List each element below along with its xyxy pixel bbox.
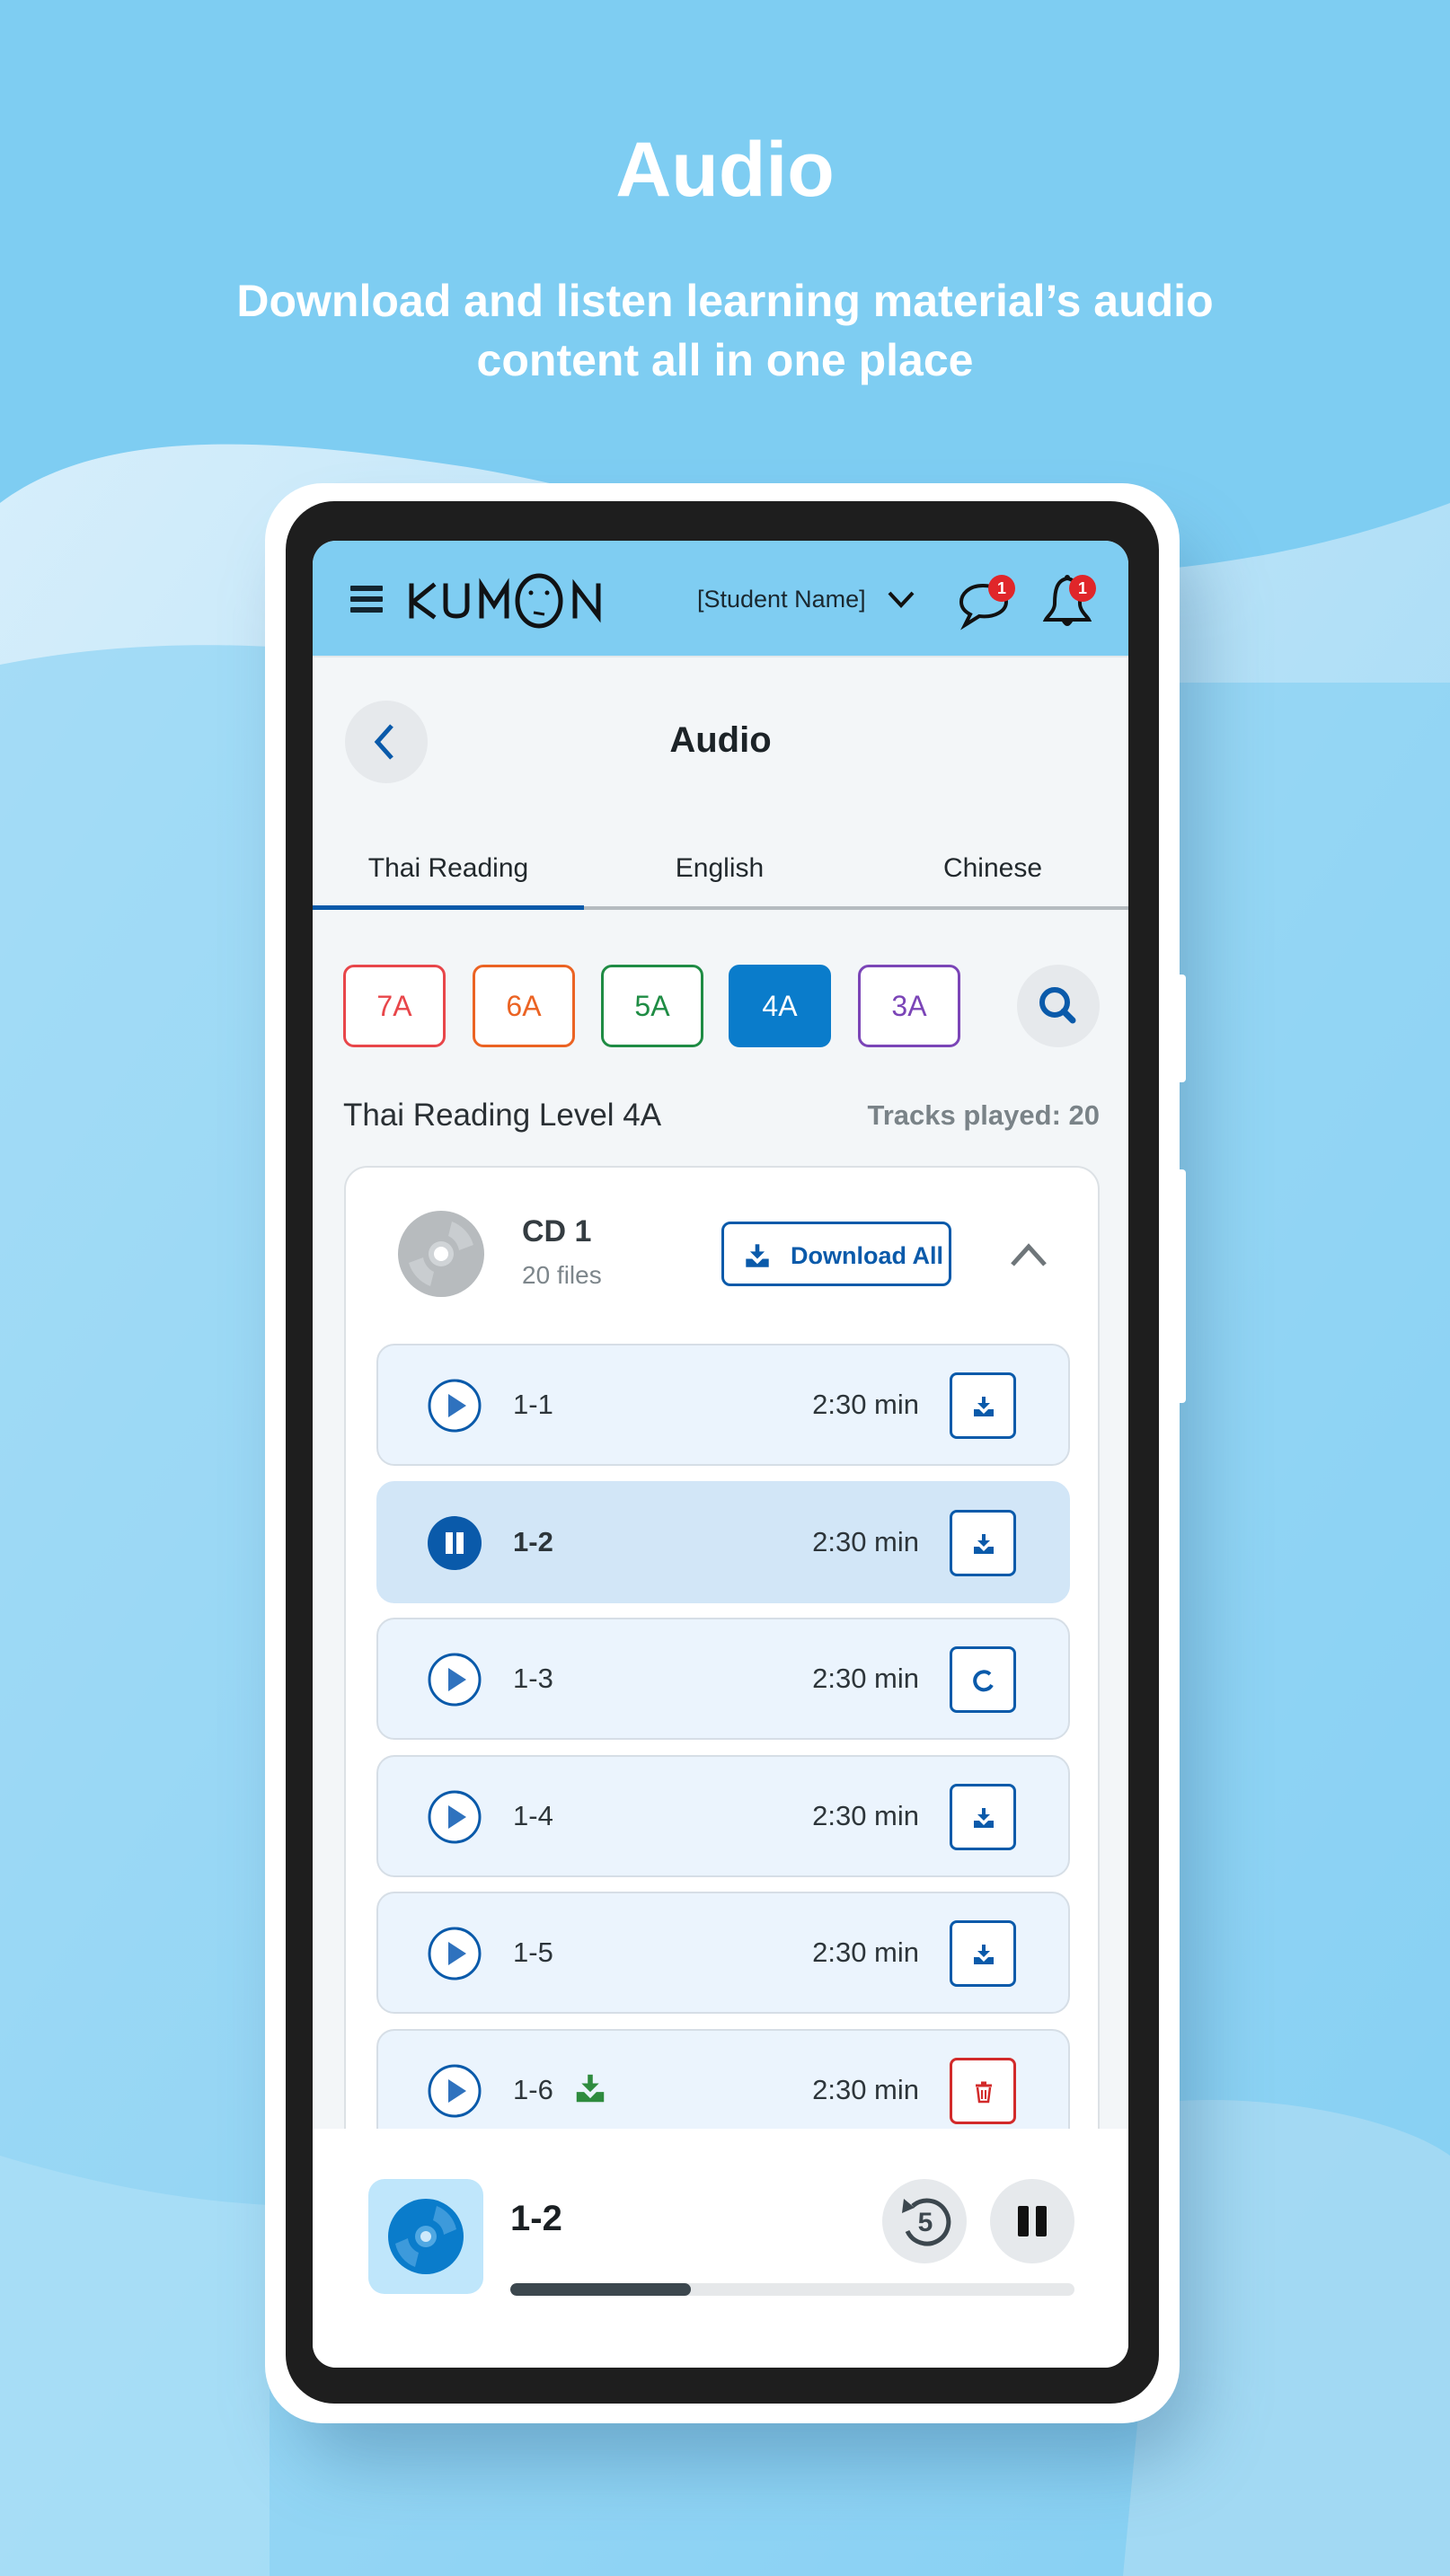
track-name: 1-3 [513,1663,553,1694]
replay-5-icon: 5 [902,2198,951,2246]
tab-active-indicator [313,905,584,910]
messages-badge: 1 [988,575,1015,602]
downloaded-icon [574,2072,606,2104]
level-chip-label: 7A [376,990,412,1022]
phone-side-button [1179,1169,1186,1403]
download-all-button[interactable]: Download All [721,1222,951,1286]
track-row[interactable]: 1-4 2:30 min [376,1755,1070,1877]
track-name: 1-2 [513,1526,553,1557]
level-chip-label: 4A [762,990,798,1022]
chevron-up-icon[interactable] [1009,1239,1048,1268]
track-row[interactable]: 1-1 2:30 min [376,1344,1070,1466]
mini-player: 1-2 5 [313,2129,1128,2368]
play-icon[interactable] [427,1652,482,1707]
track-name: 1-5 [513,1936,553,1968]
replay-seconds-label: 5 [918,2208,933,2237]
search-button[interactable] [1017,965,1100,1047]
track-duration: 2:30 min [812,1389,919,1420]
downloading-indicator[interactable] [950,1646,1016,1713]
notifications-badge: 1 [1069,575,1096,602]
playback-progress-bar[interactable] [510,2283,1074,2296]
download-all-label: Download All [791,1242,943,1269]
playback-progress-fill [510,2283,691,2296]
level-chip-label: 6A [506,990,542,1022]
level-chip-4a[interactable]: 4A [729,965,831,1047]
level-chip-label: 3A [891,990,927,1022]
track-row[interactable]: 1-5 2:30 min [376,1892,1070,2014]
play-icon[interactable] [427,1789,482,1845]
app-header: [Student Name] 1 1 [313,541,1128,657]
app-screen: [Student Name] 1 1 Audio Thai Reading En… [313,541,1128,2368]
cd-file-count: 20 files [522,1261,602,1289]
track-duration: 2:30 min [812,1663,919,1694]
pause-icon[interactable] [427,1515,482,1571]
search-icon [1039,987,1076,1024]
hamburger-menu-icon[interactable] [350,586,383,613]
tab-chinese[interactable]: Chinese [857,846,1128,905]
cd-icon [388,2199,464,2274]
track-name: 1-4 [513,1800,553,1831]
play-icon[interactable] [427,1926,482,1981]
cd-name: CD 1 [522,1214,592,1248]
subject-tabs: Thai Reading English Chinese [313,846,1128,909]
track-row[interactable]: 1-2 2:30 min [376,1481,1070,1603]
track-duration: 2:30 min [812,1526,919,1557]
level-chip-5a[interactable]: 5A [601,965,703,1047]
download-button[interactable] [950,1510,1016,1576]
phone-side-button [1179,975,1186,1082]
tab-thai-reading[interactable]: Thai Reading [313,846,584,905]
chevron-down-icon[interactable] [886,587,916,611]
now-playing-title: 1-2 [510,2199,562,2238]
kumon-logo [409,573,601,629]
play-icon[interactable] [427,1378,482,1434]
page-title: Audio [669,720,772,760]
download-icon [746,1244,769,1267]
track-duration: 2:30 min [812,1800,919,1831]
download-button[interactable] [950,1920,1016,1987]
level-chip-7a[interactable]: 7A [343,965,446,1047]
hero-title: Audio [615,127,835,213]
track-duration: 2:30 min [812,1936,919,1968]
tracks-played-count: Tracks played: 20 [867,1099,1101,1131]
download-button[interactable] [950,1372,1016,1439]
hero-subtitle: Download and listen learning material’s … [236,276,1214,385]
track-row[interactable]: 1-3 2:30 min [376,1618,1070,1740]
replay-5-button[interactable]: 5 [882,2179,967,2263]
play-icon[interactable] [427,2063,482,2119]
pause-icon [1018,2206,1047,2236]
level-chip-label: 5A [634,990,670,1022]
track-name: 1-6 [513,2074,553,2105]
student-name-selector[interactable]: [Student Name] [697,586,866,613]
cd-icon [398,1211,484,1297]
track-name: 1-1 [513,1389,553,1420]
download-button[interactable] [950,1784,1016,1850]
tab-english[interactable]: English [584,846,855,905]
delete-button[interactable] [950,2058,1016,2124]
pause-button[interactable] [990,2179,1074,2263]
level-title: Thai Reading Level 4A [343,1098,662,1133]
level-chip-3a[interactable]: 3A [858,965,960,1047]
track-duration: 2:30 min [812,2074,919,2105]
level-chip-6a[interactable]: 6A [473,965,575,1047]
now-playing-artwork [368,2179,483,2294]
